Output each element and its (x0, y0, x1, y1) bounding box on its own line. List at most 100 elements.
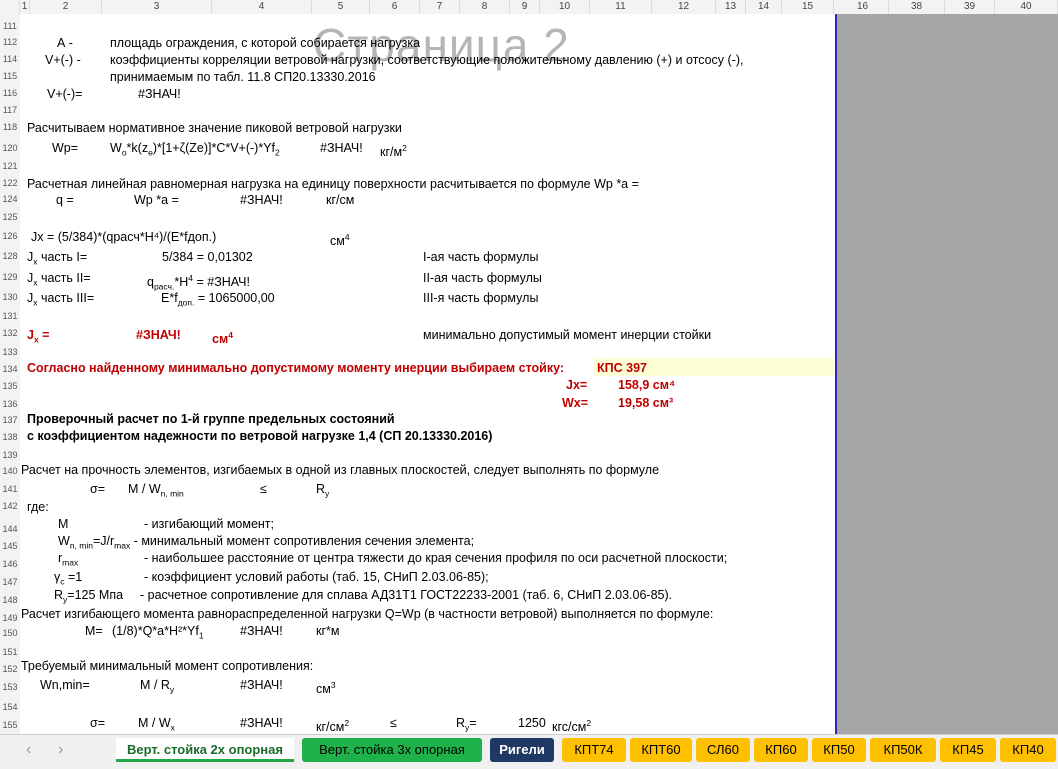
row-header[interactable]: 149 (0, 613, 20, 623)
cell[interactable]: #ЗНАЧ! (240, 624, 283, 638)
tab-kpt60[interactable]: КПТ60 (630, 738, 692, 762)
column-header[interactable]: 38 (889, 0, 945, 14)
cell[interactable]: σ= (90, 482, 105, 496)
row-header[interactable]: 130 (0, 292, 20, 302)
unit-cell[interactable]: кг/см2 (316, 716, 349, 734)
tab-kp40[interactable]: КП40 (1000, 738, 1056, 762)
row-header[interactable]: 129 (0, 272, 20, 282)
scroll-tabs-left-icon[interactable]: ‹ (26, 741, 31, 759)
row-header[interactable]: 148 (0, 595, 20, 605)
cell[interactable]: Требуемый минимальный момент сопротивлен… (21, 659, 313, 673)
column-header[interactable]: 2 (30, 0, 102, 14)
cell[interactable]: - расчетное сопротивление для сплава АД3… (140, 588, 672, 602)
select-all-corner[interactable] (0, 0, 20, 14)
column-header[interactable]: 6 (370, 0, 420, 14)
cell[interactable]: rmax (58, 551, 78, 570)
cell[interactable]: γc =1 (54, 570, 82, 589)
sheet-grid-lower[interactable]: Согласно найденному минимально допустимо… (20, 14, 835, 734)
column-header[interactable]: 7 (420, 0, 460, 14)
scroll-tabs-right-icon[interactable]: › (58, 741, 63, 759)
cell[interactable]: - коэффициент условий работы (таб. 15, С… (144, 570, 489, 584)
row-header[interactable]: 153 (0, 682, 20, 692)
row-header[interactable]: 139 (0, 450, 20, 460)
row-header[interactable]: 141 (0, 484, 20, 494)
cell[interactable]: - наибольшее расстояние от центра тяжест… (144, 551, 727, 565)
tab-vert-post-3-support[interactable]: Верт. стойка 3х опорная (302, 738, 482, 762)
cell[interactable]: Jx= (566, 378, 587, 392)
row-header[interactable]: 111 (0, 21, 20, 31)
row-header[interactable]: 132 (0, 328, 20, 338)
row-header[interactable]: 140 (0, 466, 20, 476)
row-header[interactable]: 146 (0, 559, 20, 569)
row-header[interactable]: 138 (0, 432, 20, 442)
cell[interactable]: 1250 (518, 716, 546, 730)
column-header[interactable]: 9 (510, 0, 540, 14)
row-header[interactable]: 122 (0, 178, 20, 188)
cell[interactable]: ≤ (390, 716, 397, 730)
cell[interactable]: M= (85, 624, 103, 638)
row-header[interactable]: 124 (0, 194, 20, 204)
row-header[interactable]: 145 (0, 541, 20, 551)
row-header[interactable]: 147 (0, 577, 20, 587)
tab-sl60[interactable]: СЛ60 (696, 738, 750, 762)
row-header[interactable]: 118 (0, 122, 20, 132)
column-header[interactable]: 5 (312, 0, 370, 14)
unit-cell[interactable]: кгс/см2 (552, 716, 591, 734)
cell[interactable]: #ЗНАЧ! (240, 678, 283, 692)
column-header[interactable]: 13 (716, 0, 746, 14)
row-header[interactable]: 133 (0, 347, 20, 357)
cell[interactable]: Ry (316, 482, 329, 501)
cell[interactable]: ≤ (260, 482, 267, 496)
tab-vert-post-2-support[interactable]: Верт. стойка 2х опорная (116, 738, 294, 762)
column-header[interactable]: 3 (102, 0, 212, 14)
column-header[interactable]: 14 (746, 0, 782, 14)
row-header[interactable]: 115 (0, 71, 20, 81)
row-header[interactable]: 117 (0, 105, 20, 115)
row-header[interactable]: 152 (0, 664, 20, 674)
formula-cell[interactable]: M / Ry (140, 678, 174, 697)
tab-kp45[interactable]: КП45 (940, 738, 996, 762)
column-header[interactable]: 10 (540, 0, 590, 14)
tab-kp60[interactable]: КП60 (754, 738, 808, 762)
row-header[interactable]: 135 (0, 381, 20, 391)
column-header[interactable]: 4 (212, 0, 312, 14)
row-header[interactable]: 121 (0, 161, 20, 171)
formula-cell[interactable]: M / Wx (138, 716, 175, 735)
cell[interactable]: Расчет на прочность элементов, изгибаемы… (21, 463, 659, 477)
row-header[interactable]: 125 (0, 212, 20, 222)
cell[interactable]: Wn, min=J/rmax - минимальный момент сопр… (58, 534, 474, 553)
row-header[interactable]: 126 (0, 231, 20, 241)
column-header[interactable]: 8 (460, 0, 510, 14)
row-header[interactable]: 136 (0, 399, 20, 409)
selected-post-cell[interactable]: КПС 397 (597, 361, 647, 375)
cell[interactable]: Wn,min= (40, 678, 90, 692)
row-header[interactable]: 150 (0, 628, 20, 638)
cell[interactable]: Ry=125 Мпа (54, 588, 123, 607)
column-header[interactable]: 1 (20, 0, 30, 14)
row-header[interactable]: 120 (0, 143, 20, 153)
row-header[interactable]: 144 (0, 524, 20, 534)
row-header[interactable]: 142 (0, 501, 20, 511)
row-header[interactable]: 128 (0, 251, 20, 261)
cell[interactable]: Wx= (562, 396, 588, 410)
cell[interactable]: #ЗНАЧ! (240, 716, 283, 730)
cell[interactable]: Согласно найденному минимально допустимо… (27, 361, 564, 375)
row-header[interactable]: 151 (0, 647, 20, 657)
row-header[interactable]: 134 (0, 364, 20, 374)
cell[interactable]: Расчет изгибающего момента равнораспреде… (21, 607, 713, 621)
row-header[interactable]: 155 (0, 720, 20, 730)
cell[interactable]: с коэффициентом надежности по ветровой н… (27, 429, 492, 443)
row-header[interactable]: 114 (0, 54, 20, 64)
column-header[interactable]: 40 (995, 0, 1058, 14)
tab-rigeli[interactable]: Ригели (490, 738, 554, 762)
cell[interactable]: - изгибающий момент; (144, 517, 274, 531)
formula-cell[interactable]: (1/8)*Q*a*H²*Yf1 (112, 624, 204, 643)
formula-cell[interactable]: M / Wn, min (128, 482, 184, 501)
row-header[interactable]: 131 (0, 311, 20, 321)
cell[interactable]: где: (27, 500, 49, 514)
cell[interactable]: 158,9 см⁴ (618, 378, 675, 392)
row-header[interactable]: 112 (0, 37, 20, 47)
column-header[interactable]: 39 (945, 0, 995, 14)
cell[interactable]: M (58, 517, 68, 531)
tab-kp50k[interactable]: КП50К (870, 738, 936, 762)
